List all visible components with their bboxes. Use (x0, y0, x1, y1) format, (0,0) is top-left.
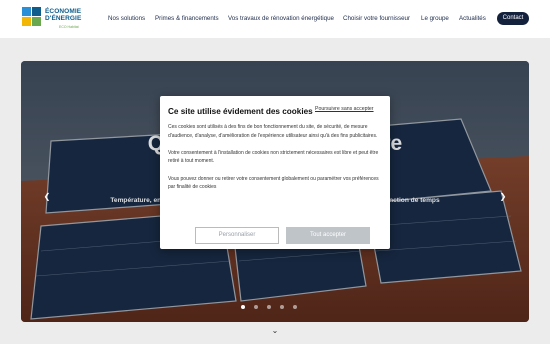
nav-item-travaux[interactable]: Vos travaux de rénovation énergétique (228, 15, 334, 22)
carousel-dot[interactable] (267, 305, 271, 309)
contact-button[interactable]: Contact (497, 12, 529, 25)
scroll-down-icon[interactable]: ⌄ (270, 327, 280, 335)
cookie-modal-title: Ce site utilise évidement des cookies (168, 107, 313, 116)
nav-item-primes[interactable]: Primes & financements (155, 15, 219, 22)
nav-item-solutions[interactable]: Nos solutions (108, 15, 145, 22)
logo-text: ÉCONOMIE D'ÉNERGIE (45, 8, 82, 22)
carousel-dot[interactable] (280, 305, 284, 309)
chevron-left-icon[interactable]: ❮ (42, 192, 52, 202)
nav-item-groupe[interactable]: Le groupe (421, 15, 449, 22)
logo-tagline: ECO Habitat (59, 25, 79, 29)
logo-mark-icon (22, 7, 41, 26)
site-logo[interactable]: ÉCONOMIE D'ÉNERGIE ECO Habitat (21, 6, 85, 33)
cookie-modal-body: Ces cookies sont utilisés à des fins de … (168, 123, 382, 200)
accept-all-button[interactable]: Tout accepter (286, 227, 370, 244)
carousel-dot[interactable] (241, 305, 245, 309)
site-header: ÉCONOMIE D'ÉNERGIE ECO Habitat Nos solut… (0, 0, 550, 38)
cookie-paragraph: Votre consentement à l'installation de c… (168, 149, 379, 165)
carousel-dot[interactable] (293, 305, 297, 309)
cookie-paragraph: Ces cookies sont utilisés à des fins de … (168, 124, 378, 139)
carousel-dot[interactable] (254, 305, 258, 309)
continue-without-accepting-link[interactable]: Poursuivre sans accepter (315, 106, 374, 112)
cookie-modal: Ce site utilise évidement des cookies Po… (160, 96, 390, 249)
cookie-paragraph: Vous pouvez donner ou retirer votre cons… (168, 175, 379, 191)
nav-item-actualites[interactable]: Actualités (459, 15, 486, 22)
logo-line2: D'ÉNERGIE (45, 14, 82, 22)
chevron-right-icon[interactable]: ❯ (498, 192, 508, 202)
carousel-dots (239, 305, 309, 311)
nav-item-fournisseur[interactable]: Choisir votre fournisseur (343, 15, 410, 22)
customize-button[interactable]: Personnaliser (195, 227, 279, 244)
